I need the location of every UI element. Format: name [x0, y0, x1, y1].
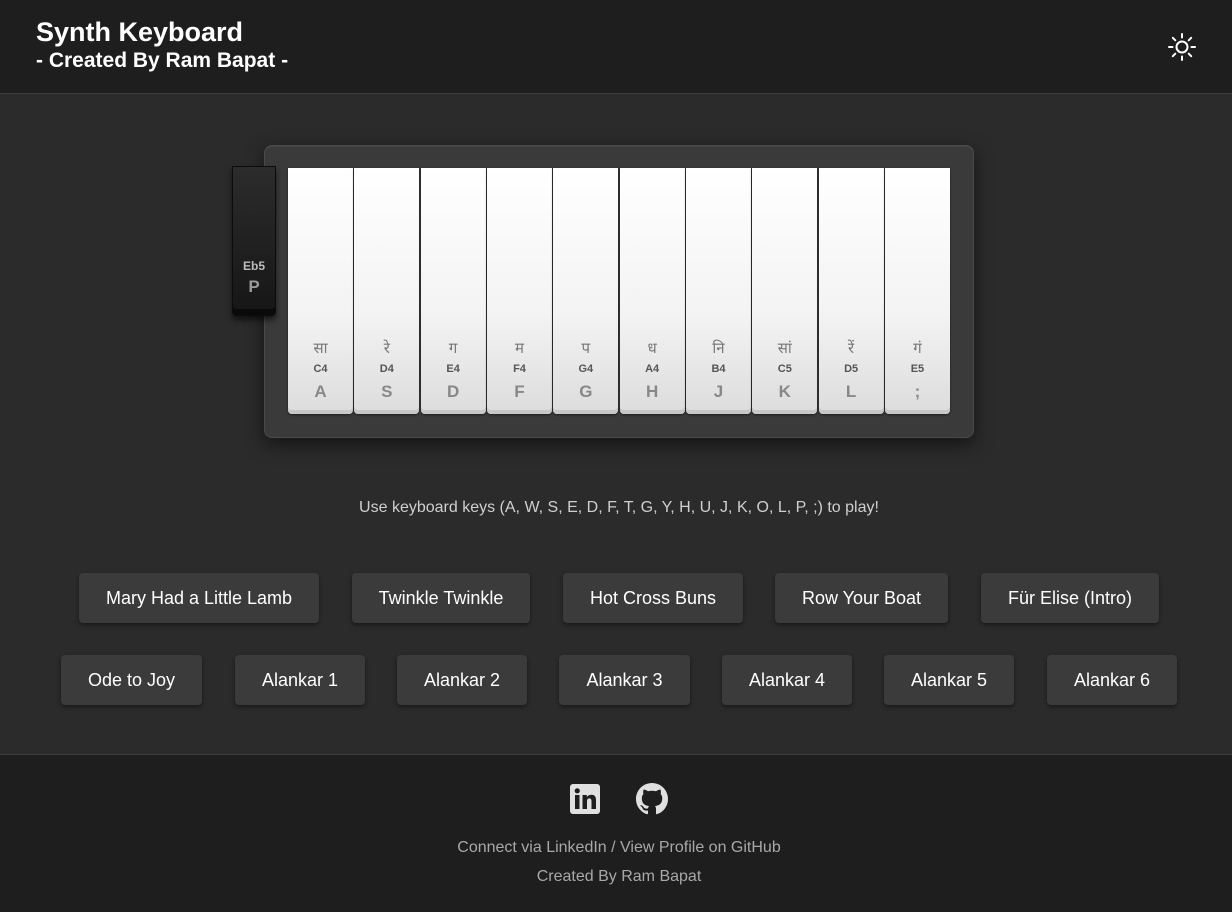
note-label: C5 [777, 363, 792, 375]
note-label: B4 [711, 363, 726, 375]
white-keys-row: सा C4 A रे D4 S ग E4 D म F4 F प G4 G ध A… [288, 168, 951, 414]
github-icon [636, 783, 668, 815]
song-button-alankar-3[interactable]: Alankar 3 [559, 655, 690, 705]
sargam-label: म [514, 339, 524, 357]
song-button-row-your-boat[interactable]: Row Your Boat [775, 573, 948, 623]
sargam-label: रें [848, 339, 855, 357]
app-subtitle: - Created By Ram Bapat - [36, 49, 289, 72]
song-button-alankar-6[interactable]: Alankar 6 [1047, 655, 1177, 705]
linkedin-icon [570, 784, 600, 814]
sargam-label: नि [712, 339, 725, 357]
key-label: H [646, 382, 659, 401]
key-label: F [514, 382, 525, 401]
sun-icon [1168, 33, 1196, 61]
sargam-label: ध [647, 339, 657, 357]
app-footer: Connect via LinkedIn / View Profile on G… [0, 754, 1232, 912]
key-label: G [579, 382, 593, 401]
footer-links: Connect via LinkedIn / View Profile on G… [0, 839, 1232, 857]
sargam-label: गं [913, 339, 922, 357]
song-button-fur-elise[interactable]: Für Elise (Intro) [981, 573, 1159, 623]
sargam-label: ग [448, 339, 458, 357]
white-key-b4[interactable]: नि B4 J [685, 168, 751, 414]
note-label: Eb5 [242, 259, 265, 273]
white-key-e4[interactable]: ग E4 D [420, 168, 486, 414]
github-button[interactable] [636, 783, 668, 815]
footer-credit: Created By Ram Bapat [536, 868, 702, 885]
piano-keyboard: सा C4 A रे D4 S ग E4 D म F4 F प G4 G ध A… [264, 145, 974, 438]
key-label: K [778, 382, 791, 401]
note-label: C4 [313, 363, 328, 375]
note-label: E4 [446, 363, 460, 375]
linkedin-button[interactable] [569, 783, 601, 815]
note-label: F4 [513, 363, 526, 375]
white-key-a4[interactable]: ध A4 H [619, 168, 685, 414]
white-key-f4[interactable]: म F4 F [486, 168, 552, 414]
song-button-mary-had-a-little-lamb[interactable]: Mary Had a Little Lamb [79, 573, 319, 623]
song-button-twinkle-twinkle[interactable]: Twinkle Twinkle [352, 573, 530, 623]
note-label: D4 [379, 363, 394, 375]
key-label: S [381, 382, 393, 401]
app-header: Synth Keyboard - Created By Ram Bapat - [0, 0, 1232, 94]
song-button-alankar-1[interactable]: Alankar 1 [235, 655, 365, 705]
linkedin-link[interactable]: Connect via LinkedIn [457, 839, 606, 856]
sargam-label: सा [313, 339, 328, 357]
theme-toggle-button[interactable] [1166, 31, 1198, 63]
key-label: J [713, 382, 724, 401]
note-label: A4 [645, 363, 660, 375]
white-key-e5[interactable]: गं E5 ; [884, 168, 950, 414]
song-button-alankar-5[interactable]: Alankar 5 [884, 655, 1014, 705]
white-key-d5[interactable]: रें D5 L [818, 168, 884, 414]
note-label: E5 [910, 363, 925, 375]
song-button-hot-cross-buns[interactable]: Hot Cross Buns [563, 573, 743, 623]
white-key-c4[interactable]: सा C4 A [288, 168, 353, 414]
link-separator: / [606, 839, 621, 856]
song-button-alankar-2[interactable]: Alankar 2 [397, 655, 527, 705]
github-link[interactable]: View Profile on GitHub [620, 839, 781, 856]
sargam-label: रे [383, 339, 390, 357]
key-label: ; [914, 382, 921, 401]
app-title: Synth Keyboard [36, 17, 244, 47]
white-key-d4[interactable]: रे D4 S [354, 168, 420, 414]
white-key-c5[interactable]: सां C5 K [752, 168, 818, 414]
song-button-alankar-4[interactable]: Alankar 4 [722, 655, 852, 705]
sargam-label: सां [777, 339, 792, 357]
note-label: G4 [578, 363, 594, 375]
white-key-g4[interactable]: प G4 G [553, 168, 619, 414]
key-label: L [845, 382, 857, 401]
play-instructions: Use keyboard keys (A, W, S, E, D, F, T, … [359, 499, 879, 516]
sargam-label: प [581, 339, 591, 357]
key-label: P [248, 277, 260, 296]
key-label: D [447, 382, 460, 401]
key-label: A [314, 382, 327, 401]
note-label: D5 [844, 363, 859, 375]
song-button-ode-to-joy[interactable]: Ode to Joy [61, 655, 202, 705]
black-key-eb5[interactable]: Eb5 P [232, 166, 276, 316]
